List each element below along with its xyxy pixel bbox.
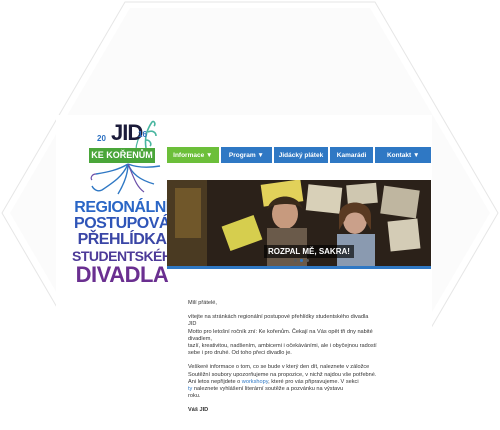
headline-line-2: POSTUPOVÁ [74,215,170,232]
slider-dot[interactable] [306,259,309,262]
festival-headline: REGIONÁLNÍ POSTUPOVÁ PŘEHLÍDKA STUDENTSK… [72,199,182,287]
paragraph-2: Veškeré informace o tom, co se bude v kt… [188,364,378,400]
paragraph-2-end: naleznete vyhlášení literární soutěže a … [188,386,344,400]
banner-underline [167,266,431,269]
nav-item-kamaradi[interactable]: Kamarádi [329,147,374,163]
logo-year-left: 20 [97,134,106,143]
slider-dot[interactable] [294,259,297,262]
slider-dots [294,259,309,262]
paragraph-1: vítejte na stránkách regionální postupov… [188,314,377,357]
paragraph-2-mid: , které pro vás připravujeme. V sekci [268,378,359,385]
greeting: Milí přátelé, [188,300,217,306]
nav-item-kontakt[interactable]: Kontakt ▼ [375,147,431,163]
workshopy-link[interactable]: workshopy [242,379,268,385]
logo-subtitle: KE KOŘENŮM [89,148,155,163]
banner-caption: ROZPAL MĚ, SAKRA! [264,245,354,258]
nav-item-jidacky-platek[interactable]: Jidácký plátek [274,147,328,163]
intro-text: Milí přátelé, vítejte na stránkách regio… [188,300,378,422]
logo-year-right: 16 [138,130,147,139]
nav-item-program[interactable]: Program ▼ [220,147,273,163]
headline-line-1: REGIONÁLNÍ [74,199,170,216]
logo-roots-icon [90,163,161,195]
nav-item-informace[interactable]: Informace ▼ [167,147,219,163]
text-fade-overlay [370,290,432,430]
headline-line-5: DIVADLA [75,262,169,287]
slider-dot-active[interactable] [300,259,303,262]
signature: Váš JID [188,407,209,414]
headline-line-3: PŘEHLÍDKA [77,231,167,248]
main-nav: Informace ▼ Program ▼ Jidácký plátek Kam… [167,147,431,163]
